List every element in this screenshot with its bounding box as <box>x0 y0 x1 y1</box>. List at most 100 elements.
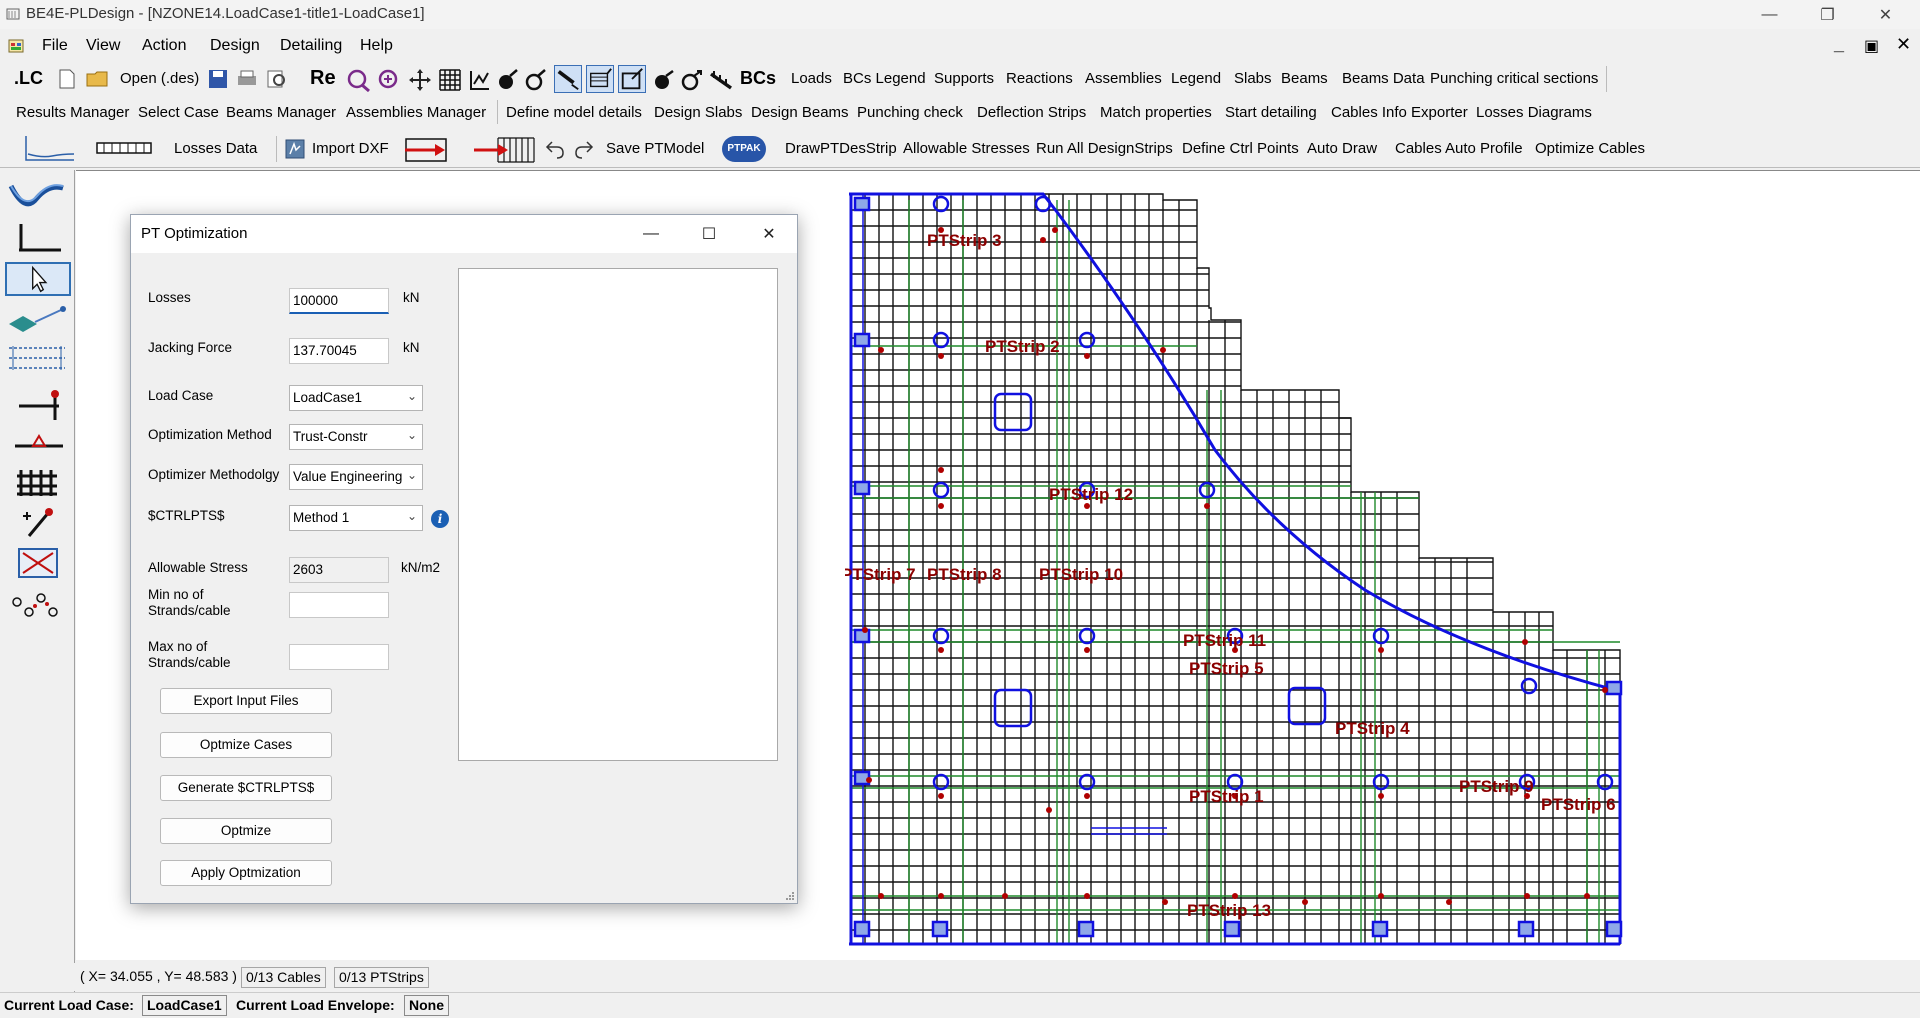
max-strands-input[interactable] <box>289 644 389 670</box>
mdi-minimize-button[interactable]: _ <box>1834 34 1844 55</box>
axis-icon[interactable] <box>468 68 492 92</box>
losses-diagrams-button[interactable]: Losses Diagrams <box>1476 104 1592 121</box>
info-icon[interactable]: i <box>431 510 449 528</box>
new-file-icon[interactable] <box>58 69 76 89</box>
point-moment-icon[interactable] <box>652 68 676 92</box>
open-des-button[interactable]: Open (.des) <box>120 70 199 87</box>
mesh-tool-icon[interactable] <box>5 466 69 500</box>
generate-ctrlpts-button[interactable]: Generate $CTRLPTS$ <box>160 775 332 801</box>
select-case-button[interactable]: Select Case <box>138 104 219 121</box>
slab-load-icon[interactable] <box>618 65 646 93</box>
dialog-close-button[interactable]: ✕ <box>741 215 797 253</box>
undo-icon[interactable] <box>544 138 566 160</box>
menu-file[interactable]: File <box>42 37 68 55</box>
menu-view[interactable]: View <box>86 37 120 55</box>
load-case-select[interactable]: LoadCase1 ⌄ <box>289 385 423 411</box>
select-pointer-icon[interactable] <box>5 262 71 296</box>
beams-manager-button[interactable]: Beams Manager <box>226 104 336 121</box>
dialog-title-bar[interactable]: PT Optimization — ☐ ✕ <box>131 215 797 253</box>
import-dxf-icon[interactable] <box>284 138 306 160</box>
window-minimize-button[interactable]: — <box>1742 0 1797 29</box>
start-detailing-button[interactable]: Start detailing <box>1225 104 1317 121</box>
moment-load-icon[interactable] <box>524 68 548 92</box>
optimize-cables-button[interactable]: Optimize Cables <box>1535 140 1645 157</box>
line-load-icon[interactable] <box>554 65 582 93</box>
print-preview-icon[interactable] <box>266 69 288 89</box>
lc-button[interactable]: .LC <box>14 68 43 89</box>
auto-draw-button[interactable]: Auto Draw <box>1307 140 1377 157</box>
beams-data-button[interactable]: Beams Data <box>1342 70 1425 87</box>
apply-optimization-button[interactable]: Apply Optmization <box>160 860 332 886</box>
import-dxf-button[interactable]: Import DXF <box>312 140 389 157</box>
optimization-method-select[interactable]: Trust-Constr ⌄ <box>289 424 423 450</box>
draw-ptdesstrip-button[interactable]: DrawPTDesStrip <box>785 140 897 157</box>
losses-data-button[interactable]: Losses Data <box>174 140 257 157</box>
punching-check-button[interactable]: Punching check <box>857 104 963 121</box>
loads-button[interactable]: Loads <box>791 70 832 87</box>
slab-model-drawing[interactable]: PTStrip 3 PTStrip 2 PTStrip 12 PTStrip 7… <box>845 190 1645 950</box>
ring-load-icon[interactable] <box>680 68 704 92</box>
mdi-restore-button[interactable]: ▣ <box>1864 36 1879 56</box>
opening-tool-icon[interactable] <box>5 546 69 580</box>
add-point-icon[interactable] <box>5 506 69 540</box>
save-icon[interactable] <box>208 69 228 89</box>
optimize-cases-button[interactable]: Optmize Cases <box>160 732 332 758</box>
menu-action[interactable]: Action <box>142 37 186 55</box>
punching-critical-sections-button[interactable]: Punching critical sections <box>1430 70 1598 87</box>
assemblies-manager-button[interactable]: Assemblies Manager <box>346 104 486 121</box>
define-model-details-button[interactable]: Define model details <box>506 104 642 121</box>
grid-icon[interactable] <box>438 68 462 92</box>
legend-button[interactable]: Legend <box>1171 70 1221 87</box>
bcs-button[interactable]: BCs <box>740 68 776 89</box>
zoom-in-icon[interactable] <box>376 68 402 92</box>
distributed-load-icon[interactable] <box>708 68 734 92</box>
print-icon[interactable] <box>236 69 258 89</box>
window-close-button[interactable]: ✕ <box>1858 0 1913 29</box>
supports-button[interactable]: Supports <box>934 70 994 87</box>
slab-tool-icon[interactable] <box>5 302 69 336</box>
menu-design[interactable]: Design <box>210 37 260 55</box>
results-manager-button[interactable]: Results Manager <box>16 104 129 121</box>
zoom-window-icon[interactable] <box>345 68 371 92</box>
slabs-button[interactable]: Slabs <box>1234 70 1272 87</box>
column-tool-icon[interactable] <box>5 388 69 422</box>
strip-icon[interactable] <box>96 140 152 156</box>
define-strip-icon[interactable] <box>403 136 449 164</box>
dialog-maximize-button[interactable]: ☐ <box>681 215 737 253</box>
menu-help[interactable]: Help <box>360 37 393 55</box>
define-ctrl-points-button[interactable]: Define Ctrl Points <box>1182 140 1299 157</box>
design-slabs-button[interactable]: Design Slabs <box>654 104 742 121</box>
allowable-stresses-button[interactable]: Allowable Stresses <box>903 140 1030 157</box>
cables-auto-profile-button[interactable]: Cables Auto Profile <box>1395 140 1523 157</box>
support-line-icon[interactable] <box>5 222 69 256</box>
mdi-close-button[interactable]: ✕ <box>1896 34 1911 55</box>
redraw-button[interactable]: Re <box>310 67 336 90</box>
window-restore-button[interactable]: ❐ <box>1800 0 1855 29</box>
min-strands-input[interactable] <box>289 592 389 618</box>
point-load-icon[interactable] <box>496 68 520 92</box>
beams-button[interactable]: Beams <box>1281 70 1328 87</box>
run-all-designstrips-button[interactable]: Run All DesignStrips <box>1036 140 1173 157</box>
resize-grip-icon[interactable] <box>785 891 795 901</box>
design-beams-button[interactable]: Design Beams <box>751 104 849 121</box>
cables-info-exporter-button[interactable]: Cables Info Exporter <box>1331 104 1468 121</box>
match-properties-button[interactable]: Match properties <box>1100 104 1212 121</box>
menu-detailing[interactable]: Detailing <box>280 37 342 55</box>
optimize-button[interactable]: Optmize <box>160 818 332 844</box>
open-folder-icon[interactable] <box>86 69 110 89</box>
deflection-strips-button[interactable]: Deflection Strips <box>977 104 1086 121</box>
point-support-icon[interactable] <box>5 426 69 460</box>
reactions-button[interactable]: Reactions <box>1006 70 1073 87</box>
dialog-minimize-button[interactable]: — <box>623 215 679 253</box>
mdi-document-icon[interactable] <box>8 39 24 53</box>
save-ptmodel-button[interactable]: Save PTModel <box>606 140 704 157</box>
strip-arrow-icon[interactable] <box>472 136 536 164</box>
export-input-files-button[interactable]: Export Input Files <box>160 688 332 714</box>
strip-tool-icon[interactable] <box>5 342 69 376</box>
assemblies-button[interactable]: Assemblies <box>1085 70 1162 87</box>
ctrlpts-select[interactable]: Method 1 ⌄ <box>289 505 423 531</box>
tendon-profile-icon[interactable] <box>5 180 69 214</box>
results-listbox[interactable] <box>458 268 778 761</box>
area-load-icon[interactable] <box>586 65 614 93</box>
redo-icon[interactable] <box>573 138 595 160</box>
